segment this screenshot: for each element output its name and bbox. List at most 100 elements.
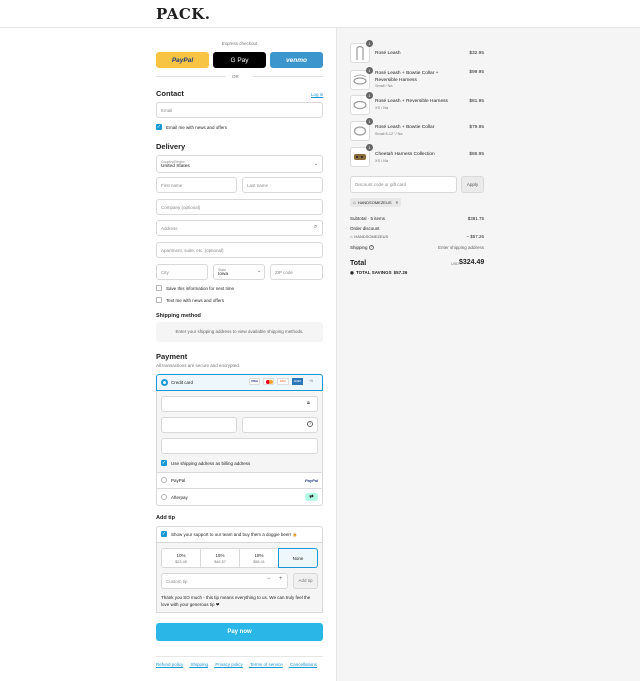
afterpay-radio[interactable] — [161, 494, 167, 500]
currency-label: USD — [451, 262, 460, 266]
discount-code-field[interactable]: Discount code or gift card — [350, 176, 457, 193]
tip-amount: $58.41 — [253, 560, 265, 564]
venmo-express-button[interactable]: venmo — [270, 52, 323, 68]
item-name: Rosé Leash — [375, 51, 401, 56]
tag-icon: ⌂ — [353, 200, 356, 205]
credit-card-label: Credit card — [171, 380, 194, 385]
country-select[interactable]: Country/Region United States — [156, 155, 323, 173]
apply-button[interactable]: Apply — [461, 176, 484, 193]
news-label: Email me with news and offers — [166, 125, 227, 130]
tip-option-none[interactable]: None — [278, 548, 318, 568]
savings-value: $57.26 — [393, 270, 408, 275]
name-on-card-field[interactable] — [161, 438, 318, 454]
footer-links: Refund policy Shipping Privacy policy Te… — [156, 662, 326, 667]
brand-logo[interactable]: PACK. — [156, 5, 211, 23]
tip-thanks-text: Thank you SO much - this tip means every… — [161, 595, 311, 607]
shipping-value: Enter shipping address — [437, 245, 484, 250]
header: PACK. — [0, 0, 640, 28]
tip-option-18[interactable]: 18% $58.41 — [239, 548, 279, 568]
contact-title: Contact — [156, 89, 184, 98]
subtotal-label: Subtotal · 5 items — [350, 216, 386, 221]
billing-same-checkbox[interactable]: ✓ — [161, 460, 167, 466]
text-me-checkbox[interactable] — [156, 297, 162, 303]
divider — [253, 76, 323, 77]
amex-icon: AMEX — [292, 378, 303, 385]
state-value: Iowa — [218, 271, 229, 277]
quantity-badge: 1 — [366, 118, 373, 125]
discount-code-label: HANDSOMEZEUS — [354, 234, 389, 239]
first-name-field[interactable]: First name — [156, 177, 237, 193]
divider — [156, 656, 323, 657]
city-field[interactable]: City — [156, 264, 208, 280]
paypal-radio[interactable] — [161, 477, 167, 483]
credit-card-radio[interactable] — [161, 379, 168, 386]
tip-option-15[interactable]: 15% $46.57 — [200, 548, 240, 568]
item-variant: XS / Na — [375, 106, 389, 110]
footer-link-cancellations[interactable]: Cancellations — [290, 662, 317, 667]
save-info-label: Save this information for next time — [166, 286, 235, 291]
savings-label: TOTAL SAVINGS — [355, 270, 392, 275]
mastercard-icon — [263, 378, 274, 385]
lock-icon: 🔒︎ — [307, 400, 310, 406]
last-name-field[interactable]: Last name — [242, 177, 323, 193]
discount-code-row: ⌂ HANDSOMEZEUS — [350, 234, 388, 239]
tip-percent: None — [292, 556, 304, 561]
total-label: Total — [350, 260, 367, 267]
login-link[interactable]: Log in — [311, 92, 323, 97]
help-icon[interactable]: ? — [307, 421, 313, 427]
order-discount-label: Order discount — [350, 226, 380, 231]
decrement-icon[interactable]: − — [267, 576, 271, 582]
save-info-checkbox[interactable] — [156, 285, 162, 291]
item-variant: XS / Na — [375, 159, 389, 163]
tip-percent: 18% — [254, 553, 264, 558]
total-value: $324.49 — [459, 259, 485, 266]
discount-chip: ⌂ HANDSOMEZEUS × — [350, 198, 402, 207]
item-name: Rosé Leash + Reversible Harness — [375, 99, 448, 104]
item-name: Cheetah Harness Collection — [375, 152, 435, 157]
news-checkbox[interactable]: ✓ — [156, 124, 162, 130]
tip-percent: 15% — [215, 553, 225, 558]
billing-same-label: Use shipping address as billing address — [171, 461, 251, 466]
pay-now-button[interactable]: Pay now — [156, 623, 323, 641]
company-field[interactable]: Company (optional) — [156, 199, 323, 215]
tip-support-checkbox[interactable]: ✓ — [161, 531, 167, 537]
tip-amount: $23.45 — [175, 560, 187, 564]
tip-amount: $46.57 — [214, 560, 226, 564]
tip-percent: 10% — [176, 553, 186, 558]
shipping-help-icon[interactable]: ? — [369, 245, 374, 250]
increment-icon[interactable]: + — [279, 576, 283, 582]
item-price: $81.95 — [469, 99, 484, 104]
apartment-field[interactable]: Apartment, suite, etc. (optional) — [156, 242, 323, 258]
text-me-label: Text me with news and offers — [166, 298, 224, 303]
add-tip-button[interactable]: Add tip — [293, 573, 318, 589]
email-field[interactable]: Email — [156, 102, 323, 118]
chevron-down-icon: ⌄ — [257, 268, 262, 274]
remove-discount-icon[interactable]: × — [396, 200, 399, 205]
card-number-field[interactable] — [161, 396, 318, 412]
discount-value: − $57.26 — [466, 234, 484, 239]
quantity-badge: 1 — [366, 67, 373, 74]
zip-field[interactable]: ZIP code — [270, 264, 323, 280]
express-checkout-label: Express checkout — [221, 41, 258, 46]
paypal-logo-icon: PayPal — [305, 478, 319, 483]
paypal-express-button[interactable]: PayPal — [156, 52, 209, 68]
more-cards-label: +5 — [309, 379, 313, 383]
tip-option-10[interactable]: 10% $23.45 — [161, 548, 201, 568]
tip-support-label: Show your support to our team and buy th… — [171, 532, 298, 537]
footer-link-shipping[interactable]: Shipping — [191, 662, 209, 667]
tip-title: Add tip — [156, 515, 175, 521]
item-price: $79.95 — [469, 125, 484, 130]
afterpay-label: Afterpay — [171, 495, 188, 500]
gpay-express-button[interactable]: G Pay — [213, 52, 266, 68]
item-price: $99.95 — [469, 70, 484, 75]
quantity-badge: 1 — [366, 40, 373, 47]
shipping-method-note: Enter your shipping address to view avai… — [156, 322, 323, 342]
item-name: Rosé Leash + Bowtie Collar + Reversible … — [375, 71, 439, 83]
expiration-field[interactable] — [161, 417, 237, 433]
secure-note: All transactions are secure and encrypte… — [156, 363, 241, 368]
footer-link-refund[interactable]: Refund policy — [156, 662, 183, 667]
footer-link-privacy[interactable]: Privacy policy — [215, 662, 243, 667]
address-field[interactable]: Address — [156, 220, 323, 236]
payment-title: Payment — [156, 352, 188, 361]
footer-link-terms[interactable]: Terms of service — [250, 662, 283, 667]
